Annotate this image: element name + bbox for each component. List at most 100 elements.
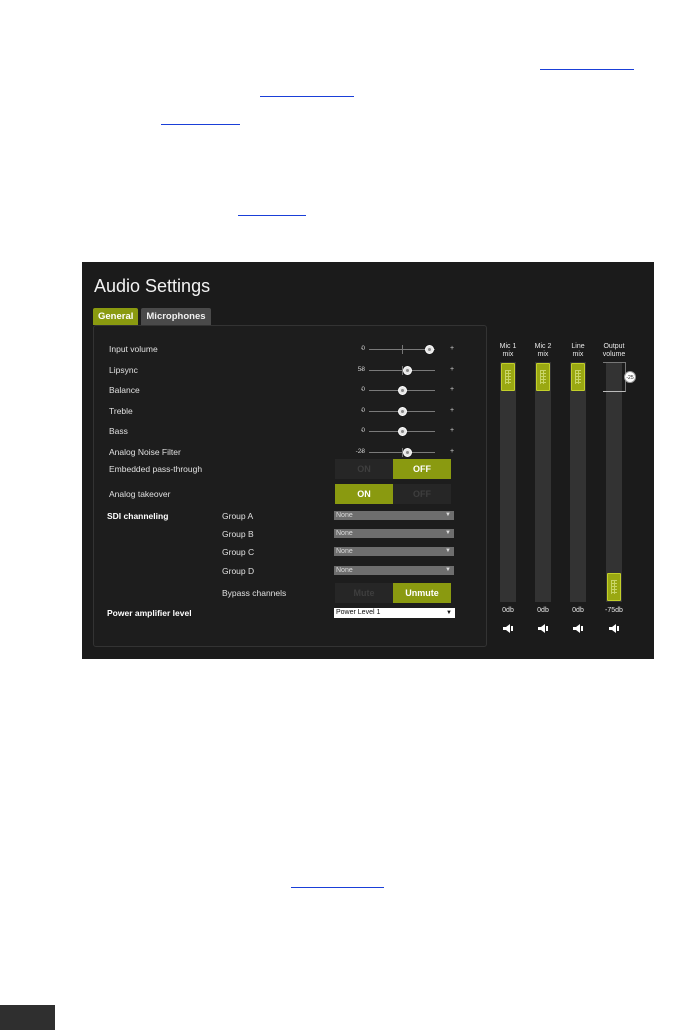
output-level-indicator	[603, 362, 626, 392]
slider-label: Input volume	[109, 344, 158, 354]
fader-track[interactable]	[570, 362, 586, 602]
slider-minus: -	[361, 366, 364, 373]
chevron-down-icon: ▼	[445, 512, 451, 518]
group-b-select[interactable]: None ▼	[334, 529, 454, 538]
embedded-on-option[interactable]: ON	[335, 459, 393, 479]
fader-track[interactable]	[535, 362, 551, 602]
group-a-value: None	[336, 512, 353, 519]
mixer-label-line2: volume	[602, 351, 626, 358]
slider-label: Bass	[109, 426, 128, 436]
speaker-icon[interactable]	[572, 621, 584, 633]
analog-off-option[interactable]: OFF	[393, 484, 451, 504]
mixer-label-line1: Mic 1	[499, 343, 517, 350]
mixer-label: Mic 1 mix	[490, 343, 526, 359]
group-b-label: Group B	[222, 529, 254, 539]
mixer-db-value: 0db	[502, 607, 514, 614]
doc-link-4[interactable]	[238, 215, 306, 216]
fader-track[interactable]	[606, 362, 622, 602]
slider-plus: +	[450, 407, 455, 414]
slider-handle[interactable]	[397, 427, 407, 436]
chevron-down-icon: ▼	[445, 548, 451, 554]
power-amplifier-value: Power Level 1	[336, 609, 381, 616]
mixer-label-line2: mix	[502, 351, 514, 358]
mixer-label: Output volume	[596, 343, 632, 359]
slider-plus: +	[450, 427, 455, 434]
slider-handle[interactable]	[397, 407, 407, 416]
slider-minus: -	[361, 448, 364, 455]
group-d-select[interactable]: None ▼	[334, 566, 454, 575]
tab-general[interactable]: General	[93, 308, 139, 325]
slider-handle[interactable]	[402, 366, 412, 375]
mixer-label: Mic 2 mix	[525, 343, 561, 359]
mixer-db-value: 0db	[537, 607, 549, 614]
group-c-value: None	[336, 548, 353, 555]
mixer-db-value: 0db	[572, 607, 584, 614]
tab-bar: General Microphones	[93, 308, 214, 325]
slider-plus: +	[450, 386, 455, 393]
group-d-label: Group D	[222, 566, 255, 576]
tab-microphones[interactable]: Microphones	[141, 308, 211, 325]
slider-minus: -	[361, 386, 364, 393]
power-amplifier-label: Power amplifier level	[107, 608, 192, 618]
group-d-value: None	[336, 567, 353, 574]
mixer-label-line2: mix	[537, 351, 549, 358]
unmute-option[interactable]: Unmute	[393, 583, 451, 603]
fader-track[interactable]	[500, 362, 516, 602]
power-amplifier-select[interactable]: Power Level 1 ▼	[334, 608, 455, 618]
mixer-label-line1: Mic 2	[534, 343, 552, 350]
analog-on-option[interactable]: ON	[335, 484, 393, 504]
sdi-channeling-label: SDI channeling	[107, 511, 169, 521]
doc-link-3[interactable]	[161, 124, 240, 125]
analog-takeover-toggle[interactable]: ON OFF	[335, 484, 451, 504]
chevron-down-icon: ▼	[445, 567, 451, 573]
grip-icon	[575, 370, 581, 384]
mixer-db-value: -75db	[605, 607, 623, 614]
fader-handle[interactable]	[607, 573, 621, 601]
fader-handle[interactable]	[571, 363, 585, 391]
group-b-value: None	[336, 530, 353, 537]
group-c-label: Group C	[222, 547, 255, 557]
slider-plus: +	[450, 366, 455, 373]
mixer-label-line1: Line	[571, 343, 585, 350]
speaker-icon[interactable]	[537, 621, 549, 633]
fader-handle[interactable]	[501, 363, 515, 391]
slider-handle[interactable]	[424, 345, 434, 354]
grip-icon	[505, 370, 511, 384]
mute-option[interactable]: Mute	[335, 583, 393, 603]
slider-plus: +	[450, 345, 455, 352]
slider-handle[interactable]	[402, 448, 412, 457]
output-level-bubble: -25	[624, 371, 636, 383]
slider-label: Analog Noise Filter	[109, 447, 181, 457]
group-a-label: Group A	[222, 511, 254, 521]
page-footer-block	[0, 1005, 55, 1030]
doc-link-5[interactable]	[291, 887, 384, 888]
doc-link-1[interactable]	[540, 69, 634, 70]
embedded-off-option[interactable]: OFF	[393, 459, 451, 479]
bypass-channels-label: Bypass channels	[222, 588, 287, 598]
speaker-icon[interactable]	[608, 621, 620, 633]
audio-settings-panel: Audio Settings General Microphones Input…	[82, 262, 654, 659]
chevron-down-icon: ▼	[445, 530, 451, 536]
slider-label: Balance	[109, 385, 140, 395]
fader-handle[interactable]	[536, 363, 550, 391]
slider-plus: +	[450, 448, 455, 455]
embedded-passthrough-label: Embedded pass-through	[109, 464, 203, 474]
bypass-channels-toggle[interactable]: Mute Unmute	[335, 583, 451, 603]
mixer-label: Line mix	[560, 343, 596, 359]
grip-icon	[540, 370, 546, 384]
analog-takeover-label: Analog takeover	[109, 489, 171, 499]
grip-icon	[611, 580, 617, 594]
group-c-select[interactable]: None ▼	[334, 547, 454, 556]
slider-label: Treble	[109, 406, 133, 416]
mixer-label-line2: mix	[572, 351, 584, 358]
speaker-icon[interactable]	[502, 621, 514, 633]
slider-center-mark	[402, 345, 403, 354]
mixer-label-line1: Output	[603, 343, 625, 350]
group-a-select[interactable]: None ▼	[334, 511, 454, 520]
slider-minus: -	[361, 427, 364, 434]
slider-minus: -	[361, 407, 364, 414]
slider-handle[interactable]	[397, 386, 407, 395]
embedded-passthrough-toggle[interactable]: ON OFF	[335, 459, 451, 479]
doc-link-2[interactable]	[260, 96, 354, 97]
chevron-down-icon: ▼	[446, 610, 452, 616]
